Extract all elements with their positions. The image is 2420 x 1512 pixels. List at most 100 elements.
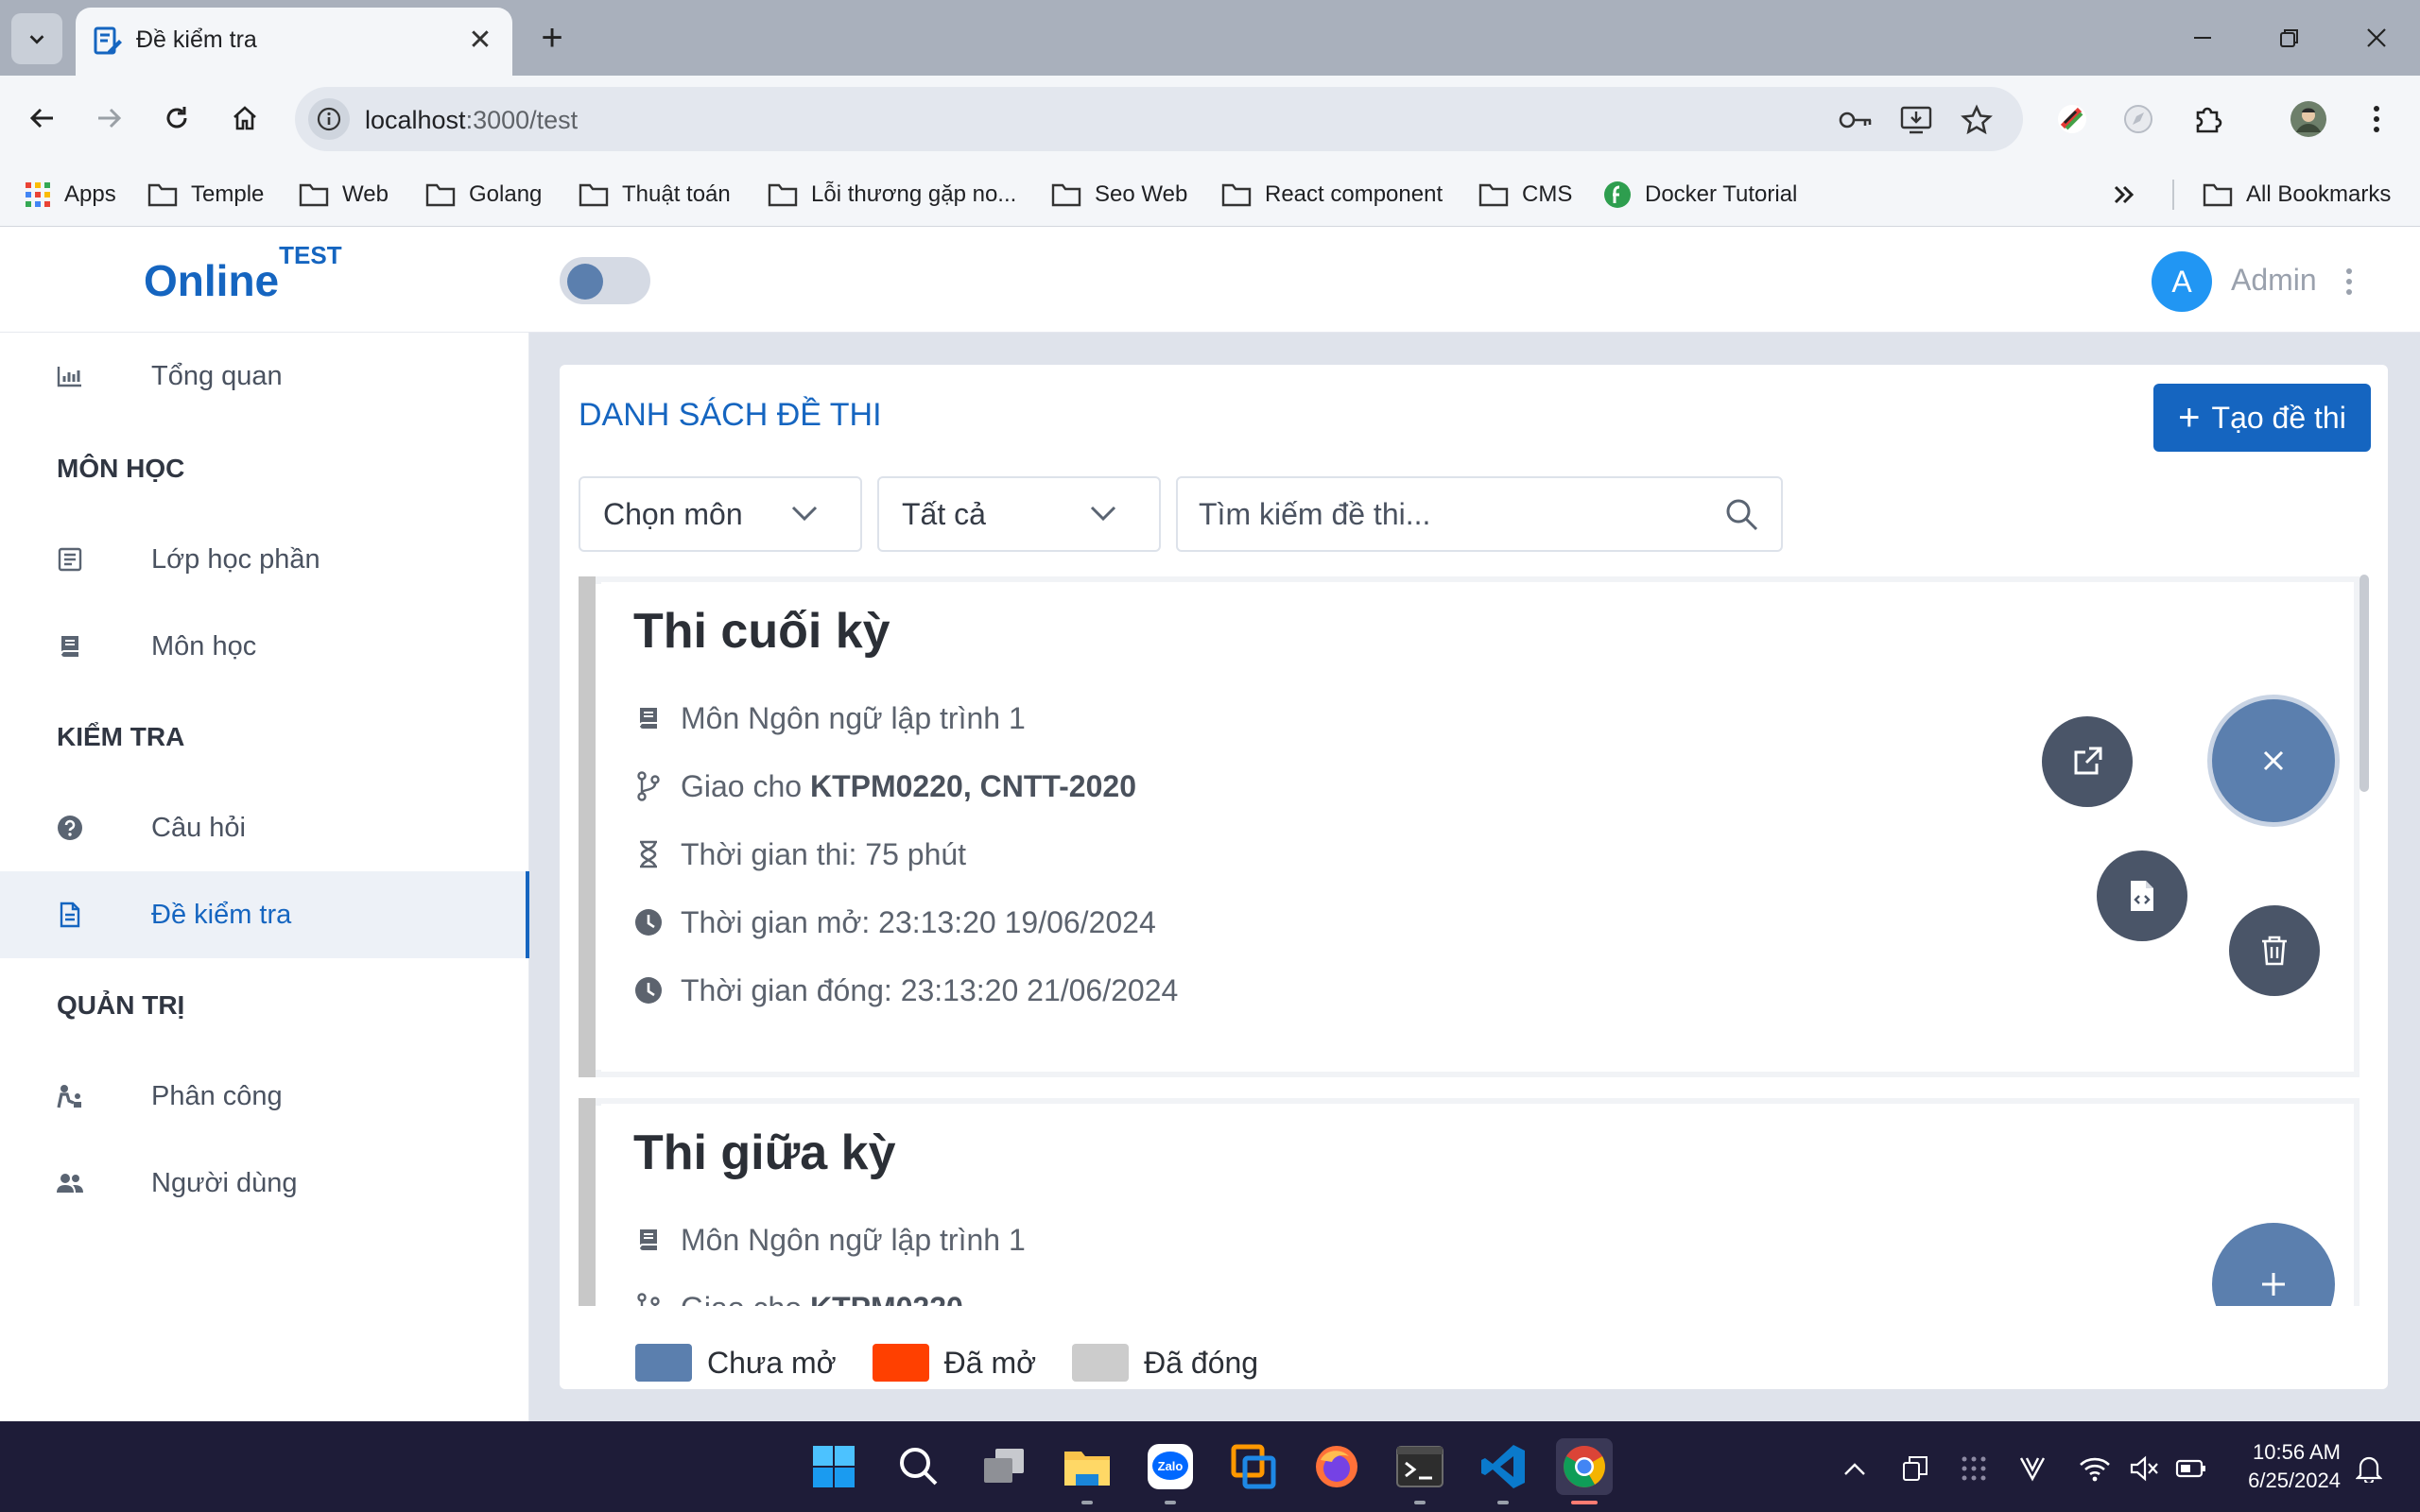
- url-text[interactable]: localhost:3000/test: [365, 106, 578, 135]
- book-icon: [633, 1223, 664, 1257]
- create-exam-button[interactable]: + Tạo đề thi: [2153, 384, 2371, 452]
- avatar[interactable]: A: [2152, 251, 2212, 312]
- chevron-up-icon[interactable]: [1836, 1450, 1874, 1487]
- chrome-icon[interactable]: [1556, 1438, 1613, 1504]
- bookmark-folder[interactable]: CMS: [1478, 176, 1572, 214]
- delete-exam-button[interactable]: [2229, 905, 2320, 996]
- subject-select[interactable]: Chọn môn: [579, 476, 862, 552]
- user-menu-icon[interactable]: [2335, 255, 2363, 308]
- grid-dots-icon[interactable]: [1955, 1450, 1993, 1487]
- extension-colorful-icon[interactable]: [2051, 98, 2093, 140]
- sidebar-item-class-sections[interactable]: Lớp học phần: [0, 516, 529, 603]
- sidebar-item-questions[interactable]: Câu hỏi: [0, 784, 529, 871]
- battery-icon[interactable]: [2172, 1450, 2210, 1487]
- minimize-button[interactable]: [2174, 11, 2231, 64]
- plus-icon: [2262, 1273, 2285, 1296]
- exam-card[interactable]: Thi giữa kỳ Môn Ngôn ngữ lập trình 1 Gia…: [579, 1098, 2360, 1306]
- bookmark-folder[interactable]: Thuật toán: [579, 176, 731, 214]
- profile-avatar-icon[interactable]: [2288, 98, 2329, 140]
- list-scrollbar[interactable]: [2360, 575, 2369, 792]
- exam-list-panel: DANH SÁCH ĐỀ THI + Tạo đề thi Chọn môn Tấ…: [560, 365, 2388, 1389]
- search-icon[interactable]: [1724, 497, 1760, 533]
- page-title: DANH SÁCH ĐỀ THI: [579, 397, 882, 433]
- bookmarks-divider: [2172, 180, 2174, 210]
- folder-icon: [2203, 183, 2233, 207]
- close-tab-icon[interactable]: ✕: [463, 23, 497, 57]
- sidebar-item-assignment[interactable]: Phân công: [0, 1053, 529, 1140]
- app-logo[interactable]: OnlineTEST: [144, 241, 342, 306]
- notification-bell-icon[interactable]: [2350, 1450, 2388, 1487]
- legend-item: Đã mở: [872, 1344, 1036, 1382]
- firefox-icon[interactable]: [1308, 1438, 1365, 1495]
- folder-icon: [1051, 183, 1081, 207]
- forward-button[interactable]: [79, 89, 138, 147]
- copy-windows-icon[interactable]: [1896, 1450, 1934, 1487]
- exam-title: Thi giữa kỳ: [633, 1125, 896, 1180]
- vscode-icon[interactable]: [1475, 1438, 1531, 1504]
- close-window-button[interactable]: [2348, 11, 2405, 64]
- task-view-icon[interactable]: [976, 1438, 1032, 1495]
- document-icon: [55, 900, 85, 930]
- bookmark-star-icon[interactable]: [1957, 100, 1996, 140]
- tab-search-button[interactable]: [11, 13, 62, 64]
- vm-app-icon[interactable]: [1225, 1438, 1282, 1495]
- password-key-icon[interactable]: [1836, 100, 1876, 140]
- folder-icon: [579, 183, 609, 207]
- site-info-icon[interactable]: [308, 98, 350, 140]
- wifi-icon[interactable]: [2076, 1450, 2114, 1487]
- zalo-icon[interactable]: Zalo: [1142, 1438, 1199, 1504]
- export-code-button[interactable]: [2097, 850, 2187, 941]
- bookmark-folder[interactable]: Web: [299, 176, 389, 214]
- vpn-v-icon[interactable]: [2014, 1450, 2051, 1487]
- more-bookmarks-icon[interactable]: [2112, 176, 2150, 214]
- sidebar-item-subjects[interactable]: Môn học: [0, 603, 529, 690]
- user-name[interactable]: Admin: [2231, 263, 2317, 298]
- start-icon[interactable]: [805, 1438, 862, 1495]
- browser-menu-icon[interactable]: [2356, 98, 2397, 140]
- system-clock[interactable]: 10:56 AM 6/25/2024: [2227, 1438, 2341, 1495]
- arrow-left-icon: [29, 108, 53, 129]
- clock-date: 6/25/2024: [2248, 1469, 2341, 1492]
- home-button[interactable]: [216, 89, 274, 147]
- exam-duration: Thời gian thi: 75 phút: [633, 835, 966, 873]
- extension-compass-icon[interactable]: [2118, 98, 2159, 140]
- hourglass-icon: [633, 837, 664, 871]
- status-select[interactable]: Tất cả: [877, 476, 1161, 552]
- toggle-knob: [567, 264, 603, 300]
- address-bar[interactable]: localhost:3000/test: [295, 87, 2023, 151]
- speed-dial-close-button[interactable]: [2212, 699, 2335, 822]
- search-icon[interactable]: [890, 1438, 947, 1495]
- bookmark-folder[interactable]: Lỗi thương gặp no...: [768, 176, 1016, 214]
- reload-icon: [166, 107, 187, 129]
- docker-site-icon: [1604, 181, 1631, 208]
- bookmark-folder[interactable]: Temple: [147, 176, 264, 214]
- close-icon: [2263, 750, 2284, 771]
- exam-card[interactable]: Thi cuối kỳ Môn Ngôn ngữ lập trình 1 Gia…: [579, 576, 2360, 1077]
- extensions-puzzle-icon[interactable]: [2187, 98, 2229, 140]
- sidebar-item-tests[interactable]: Đề kiểm tra: [0, 871, 529, 958]
- restore-button[interactable]: [2261, 11, 2318, 64]
- theme-toggle[interactable]: [560, 257, 650, 304]
- sidebar-item-overview[interactable]: Tổng quan: [0, 333, 529, 420]
- bookmark-folder[interactable]: Golang: [425, 176, 542, 214]
- all-bookmarks[interactable]: All Bookmarks: [2203, 176, 2391, 214]
- bookmark-docker[interactable]: Docker Tutorial: [1603, 176, 1797, 214]
- sidebar-item-users[interactable]: Người dùng: [0, 1140, 529, 1227]
- bookmark-apps[interactable]: Apps: [25, 176, 116, 214]
- speaker-muted-icon[interactable]: [2125, 1450, 2163, 1487]
- file-explorer-icon[interactable]: [1059, 1438, 1115, 1504]
- bookmark-folder[interactable]: Seo Web: [1051, 176, 1187, 214]
- search-input[interactable]: [1199, 495, 1709, 533]
- bookmark-folder[interactable]: React component: [1221, 176, 1443, 214]
- bar-chart-icon: [55, 361, 85, 391]
- legend-item: Chưa mở: [635, 1344, 837, 1382]
- install-app-icon[interactable]: [1896, 100, 1936, 140]
- new-tab-button[interactable]: +: [529, 15, 575, 60]
- open-exam-button[interactable]: [2042, 716, 2133, 807]
- exam-list: Thi cuối kỳ Môn Ngôn ngữ lập trình 1 Gia…: [579, 576, 2365, 1306]
- back-button[interactable]: [13, 89, 72, 147]
- browser-tab-active[interactable]: Đề kiểm tra ✕: [76, 8, 512, 76]
- terminal-icon[interactable]: [1392, 1438, 1448, 1504]
- reload-button[interactable]: [147, 89, 206, 147]
- exam-assigned: Giao cho KTPM0220: [633, 1289, 963, 1306]
